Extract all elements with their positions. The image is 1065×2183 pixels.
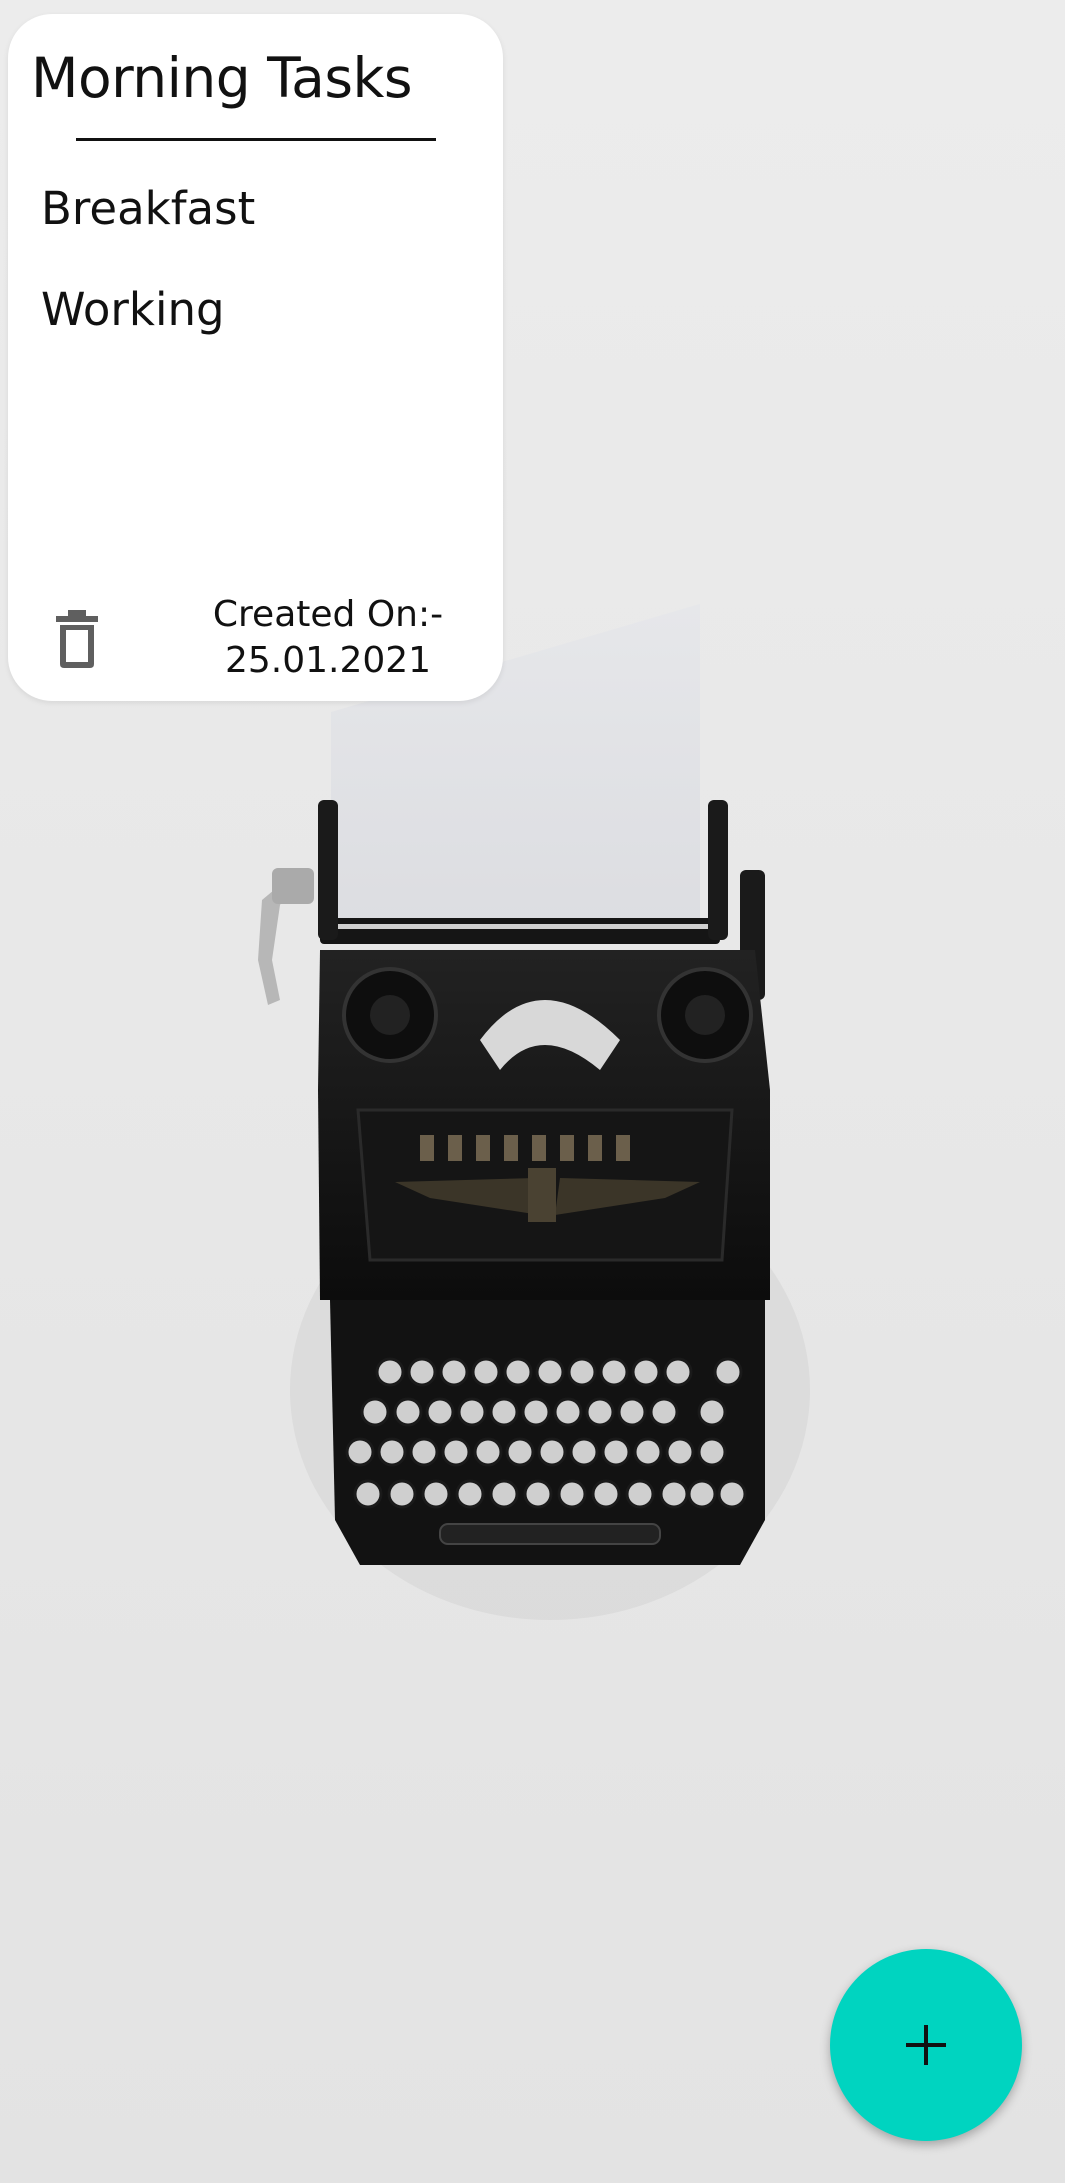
plus-icon — [906, 2025, 946, 2065]
task-item: Working — [41, 283, 225, 336]
add-note-button[interactable] — [830, 1949, 1022, 2141]
created-date: 25.01.2021 — [224, 640, 432, 681]
task-item: Breakfast — [41, 182, 256, 235]
created-info: Created On:- 25.01.2021 — [198, 592, 458, 684]
note-card[interactable]: Morning Tasks Breakfast Working Created … — [8, 14, 503, 701]
trash-icon — [56, 610, 98, 668]
note-title: Morning Tasks — [31, 46, 413, 110]
created-label: Created On:- — [212, 594, 444, 635]
delete-note-button[interactable] — [54, 608, 100, 670]
title-divider — [76, 138, 436, 141]
